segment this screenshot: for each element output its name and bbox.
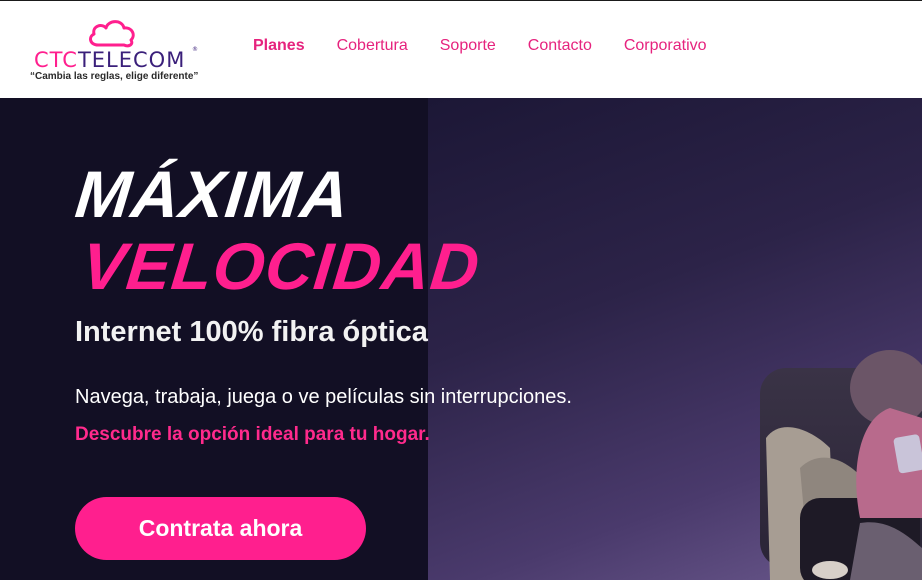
people-on-couch-image [760, 350, 922, 580]
site-header: CTCTELECOM ® “Cambia las reglas, elige d… [0, 1, 922, 98]
registered-mark: ® [192, 46, 198, 53]
ctc-telecom-logo[interactable]: CTCTELECOM ® “Cambia las reglas, elige d… [30, 15, 210, 87]
cloud-icon [89, 20, 135, 48]
nav-item-cobertura[interactable]: Cobertura [337, 37, 408, 55]
nav-item-soporte[interactable]: Soporte [440, 37, 496, 55]
main-nav: Planes Cobertura Soporte Contacto Corpor… [253, 37, 739, 55]
contrata-ahora-button[interactable]: Contrata ahora [75, 497, 366, 560]
logo-telecom: TELECOM [77, 48, 186, 72]
hero-banner: MÁXIMA VELOCIDAD Internet 100% fibra ópt… [0, 98, 922, 580]
nav-item-contacto[interactable]: Contacto [528, 37, 592, 55]
hero-description: Navega, trabaja, juega o ve películas si… [75, 386, 572, 408]
logo-tagline: “Cambia las reglas, elige diferente” [30, 71, 199, 82]
hero-subtitle: Internet 100% fibra óptica [75, 316, 428, 348]
logo-ctc: CTC [34, 48, 78, 72]
hero-highlight: Descubre la opción ideal para tu hogar. [75, 424, 430, 445]
logo-wordmark: CTCTELECOM [34, 48, 185, 72]
nav-item-planes[interactable]: Planes [253, 37, 305, 55]
hero-title-line1: MÁXIMA [72, 157, 354, 231]
nav-item-corporativo[interactable]: Corporativo [624, 37, 707, 55]
hero-title-line2: VELOCIDAD [78, 229, 484, 303]
